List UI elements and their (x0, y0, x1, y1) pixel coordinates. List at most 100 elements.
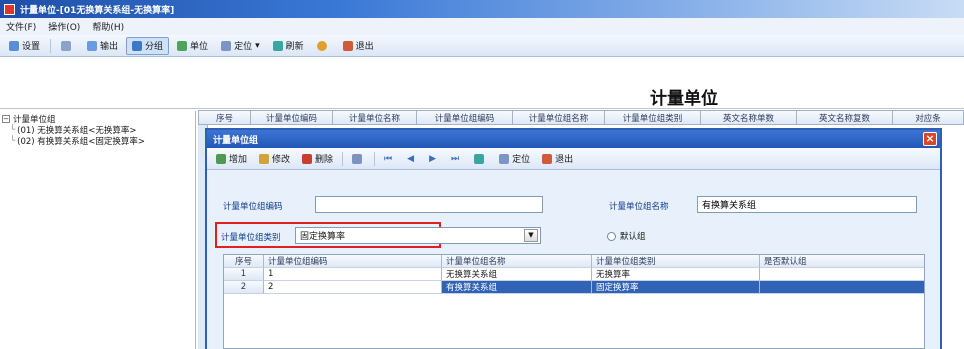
group-type-value: 固定换算率 (300, 232, 346, 242)
chevron-down-icon[interactable]: ▼ (524, 229, 538, 242)
group-table: 序号 计量单位组编码 计量单位组名称 计量单位组类别 是否默认组 1 1 无换算… (223, 254, 925, 349)
refresh-button[interactable]: 刷新 (268, 37, 309, 55)
default-group-label: 默认组 (620, 232, 646, 242)
first-record-button[interactable]: ⏮ (379, 150, 400, 168)
next-record-button[interactable]: ▶ (424, 150, 444, 168)
row-number: 1 (224, 268, 264, 281)
table-cell[interactable]: 无换算关系组 (442, 268, 592, 281)
table-cell[interactable]: 有换算关系组 (442, 281, 592, 294)
table-col-header[interactable]: 是否默认组 (760, 255, 924, 268)
app-icon (4, 3, 15, 15)
grid-col-header[interactable]: 计量单位名称 (333, 111, 417, 124)
first-icon: ⏮ (384, 153, 393, 164)
grid-col-header[interactable]: 计量单位组名称 (513, 111, 605, 124)
next-icon: ▶ (429, 153, 436, 164)
divider (0, 108, 964, 109)
settings-icon (9, 40, 19, 51)
window-title: 计量单位-[01无换算关系组-无换算率] (20, 5, 175, 16)
help-button[interactable] (312, 37, 335, 55)
print-button[interactable] (56, 37, 79, 55)
menu-file[interactable]: 文件(F) (6, 20, 36, 33)
grid-col-header[interactable]: 计量单位组类别 (605, 111, 701, 124)
grid-col-header[interactable]: 对应条 (893, 111, 963, 124)
last-record-button[interactable]: ⏭ (446, 150, 467, 168)
exit-icon (542, 153, 553, 164)
group-code-input[interactable] (315, 196, 543, 213)
add-button[interactable]: 增加 (211, 150, 252, 168)
prev-icon: ◀ (407, 153, 415, 164)
tree-connector: └ (10, 135, 16, 146)
dialog-toolbar: 增加 修改 删除 ⏮ ◀ ▶ ⏭ 定位 退出 (207, 148, 940, 170)
exit-icon (342, 40, 353, 51)
grid-col-header[interactable]: 序号 (199, 111, 251, 124)
print-icon (61, 40, 72, 51)
unit-grid-header: 序号 计量单位编码 计量单位名称 计量单位组编码 计量单位组名称 计量单位组类别… (198, 110, 964, 125)
group-tree: − 计量单位组 └ (01) 无换算关系组<无换算率> └ (02) 有换算关系… (0, 111, 196, 349)
refresh-icon (272, 40, 283, 51)
add-icon (216, 153, 226, 164)
table-row-selected[interactable]: 2 2 有换算关系组 固定换算率 (224, 281, 924, 294)
menu-operate[interactable]: 操作(O) (48, 20, 80, 33)
settings-button[interactable]: 设置 (4, 37, 45, 55)
table-cell[interactable] (760, 268, 924, 281)
dialog-refresh-button[interactable] (469, 150, 492, 168)
edit-icon (259, 153, 270, 164)
table-cell[interactable]: 无换算率 (592, 268, 760, 281)
table-cell[interactable]: 固定换算率 (592, 281, 760, 294)
grid-col-header[interactable]: 英文名称复数 (797, 111, 893, 124)
table-cell[interactable]: 2 (264, 281, 442, 294)
menu-bar: 文件(F) 操作(O) 帮助(H) (0, 18, 964, 35)
group-code-label: 计量单位组编码 (223, 202, 283, 212)
exit-button[interactable]: 退出 (338, 37, 379, 55)
save-icon (352, 153, 363, 164)
collapse-icon[interactable]: − (2, 114, 10, 123)
tree-root[interactable]: − 计量单位组 (2, 113, 56, 125)
table-cell[interactable]: 1 (264, 268, 442, 281)
export-icon (87, 40, 98, 51)
table-col-header[interactable]: 计量单位组类别 (592, 255, 760, 268)
delete-icon (302, 153, 313, 164)
page-title: 计量单位 (650, 89, 718, 109)
group-button[interactable]: 分组 (126, 36, 170, 55)
toolbar-separator (50, 38, 52, 53)
window-titlebar: 计量单位-[01无换算关系组-无换算率] (0, 0, 964, 18)
table-header: 序号 计量单位组编码 计量单位组名称 计量单位组类别 是否默认组 (224, 255, 924, 268)
grid-col-header[interactable]: 计量单位编码 (251, 111, 333, 124)
group-name-label: 计量单位组名称 (609, 202, 669, 212)
locate-button[interactable]: 定位 ▾ (216, 37, 265, 55)
close-icon[interactable]: × (923, 132, 937, 146)
grid-col-header[interactable]: 计量单位组编码 (417, 111, 513, 124)
delete-button[interactable]: 删除 (297, 150, 338, 168)
radio-button[interactable] (607, 231, 616, 241)
save-button[interactable] (347, 150, 370, 168)
main-toolbar: 设置 输出 分组 单位 定位 ▾ 刷新 退出 (0, 35, 964, 57)
table-col-header[interactable]: 序号 (224, 255, 264, 268)
tree-connector: └ (10, 124, 16, 135)
table-col-header[interactable]: 计量单位组编码 (264, 255, 442, 268)
group-name-input[interactable] (697, 196, 917, 213)
row-number: 2 (224, 281, 264, 294)
last-icon: ⏭ (451, 153, 460, 164)
table-row[interactable]: 1 1 无换算关系组 无换算率 (224, 268, 924, 281)
export-button[interactable]: 输出 (82, 37, 123, 55)
unit-group-dialog: 计量单位组 × 增加 修改 删除 ⏮ ◀ ▶ ⏭ 定位 退出 计量单位组编码 计… (205, 128, 942, 349)
table-col-header[interactable]: 计量单位组名称 (442, 255, 592, 268)
prev-record-button[interactable]: ◀ (402, 150, 422, 168)
default-group-radio[interactable]: 默认组 (607, 230, 646, 242)
grid-col-header[interactable]: 英文名称单数 (701, 111, 797, 124)
tree-item-01[interactable]: └ (01) 无换算关系组<无换算率> (10, 124, 137, 136)
menu-help[interactable]: 帮助(H) (92, 20, 124, 33)
tree-item-02[interactable]: └ (02) 有换算关系组<固定换算率> (10, 135, 145, 147)
table-cell[interactable] (760, 281, 924, 294)
locate-icon (221, 40, 232, 51)
dialog-exit-button[interactable]: 退出 (537, 150, 578, 168)
dialog-titlebar: 计量单位组 (207, 130, 940, 148)
edit-button[interactable]: 修改 (254, 150, 295, 168)
dialog-locate-button[interactable]: 定位 (494, 150, 535, 168)
locate-icon (499, 153, 510, 164)
unit-button[interactable]: 单位 (172, 37, 213, 55)
dialog-title: 计量单位组 (213, 135, 259, 146)
help-icon (316, 40, 327, 51)
group-icon (132, 40, 143, 51)
group-type-select[interactable]: 固定换算率 ▼ (295, 227, 541, 244)
